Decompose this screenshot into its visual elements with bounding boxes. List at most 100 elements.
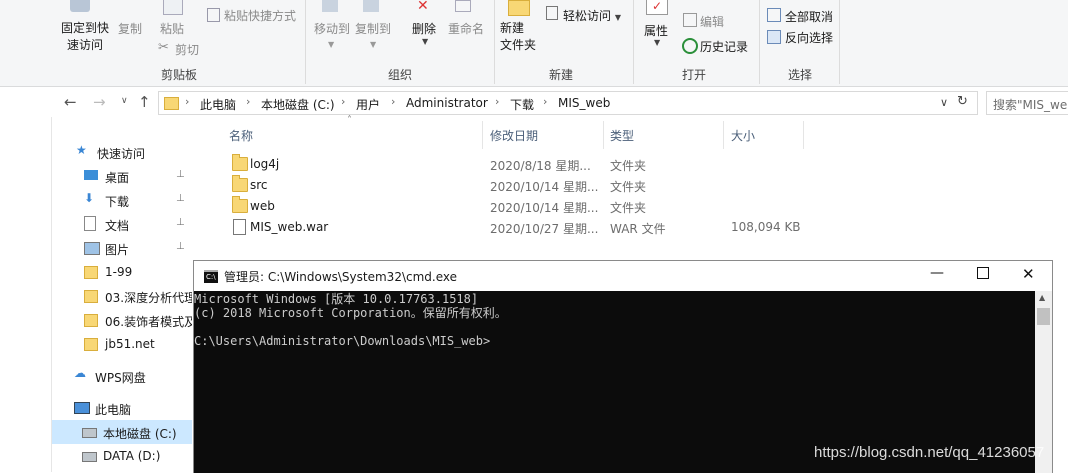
breadcrumb-downloads[interactable]: 下载 [510, 96, 534, 113]
nav-item[interactable]: 桌面 ⊥ [52, 164, 192, 188]
navigation-pane: ★ 快速访问 桌面 ⊥ ⬇ 下载 ⊥ 文档 ⊥ 图片 ⊥ 1-99 03.深度分析代理 06.装饰者模式及… [52, 117, 192, 472]
nav-item[interactable]: 图片 ⊥ [52, 236, 192, 260]
file-name: src [250, 178, 268, 192]
up-arrow-icon[interactable]: ↑ [138, 93, 151, 111]
column-header-type[interactable]: 类型 [610, 127, 634, 144]
chevron-down-icon: ▼ [370, 40, 377, 49]
nav-item[interactable]: ⬇ 下载 ⊥ [52, 188, 192, 212]
refresh-icon[interactable]: ↻ [957, 94, 968, 109]
edit-button[interactable]: 编辑 [700, 13, 724, 30]
minimize-icon[interactable]: — [930, 265, 944, 281]
copy-to-button[interactable]: 复制到 [355, 20, 391, 37]
nav-item-label: 文档 [105, 219, 130, 233]
folder-icon [232, 175, 248, 192]
breadcrumb-this-pc[interactable]: 此电脑 [200, 96, 236, 113]
open-group-label: 打开 [682, 68, 707, 82]
console-line: Microsoft Windows [版本 10.0.17763.1518] [194, 292, 479, 306]
paste-shortcut-button[interactable]: 粘贴快捷方式 [224, 7, 296, 24]
delete-button[interactable]: 删除 [412, 20, 436, 37]
cloud-icon: ☁ [74, 366, 86, 380]
folder-icon [232, 196, 248, 213]
cmd-title-bar[interactable]: C:\ 管理员: C:\Windows\System32\cmd.exe — ✕ [194, 261, 1052, 291]
address-bar: ← → ∨ ↑ › 此电脑 › 本地磁盘 (C:) › 用户 › Adminis… [0, 87, 1068, 117]
new-folder-button[interactable]: 新建 文件夹 [500, 20, 536, 54]
cmd-title: 管理员: C:\Windows\System32\cmd.exe [224, 270, 457, 284]
ribbon-divider [839, 0, 840, 84]
easy-access-button[interactable]: 轻松访问 ▼ [563, 7, 621, 24]
clipboard-group-label: 剪贴板 [161, 68, 198, 82]
nav-item[interactable]: ★ 快速访问 [52, 140, 192, 164]
pin-icon[interactable]: ⊥ [176, 193, 185, 204]
breadcrumb-separator: › [391, 95, 396, 108]
nav-item[interactable]: DATA (D:) [52, 444, 192, 468]
rename-button[interactable]: 重命名 [448, 20, 484, 37]
nav-item[interactable]: 1-99 [52, 260, 192, 284]
organize-group-label: 组织 [388, 68, 413, 82]
file-row[interactable]: log4j 2020/8/18 星期... 文件夹 [224, 154, 824, 175]
file-name: MIS_web.war [250, 220, 329, 234]
file-row[interactable]: MIS_web.war 2020/10/27 星期... WAR 文件 108,094… [224, 217, 824, 238]
document-icon [84, 216, 96, 231]
pin-icon[interactable]: ⊥ [176, 241, 185, 252]
pin-icon[interactable]: ⊥ [176, 169, 185, 180]
select-none-button[interactable]: 全部取消 [785, 8, 833, 25]
move-to-icon [322, 0, 338, 12]
scroll-up-icon[interactable]: ▲ [1039, 293, 1045, 302]
new-folder-line2: 文件夹 [500, 38, 537, 52]
properties-button[interactable]: 属性 [644, 22, 668, 39]
breadcrumb-users[interactable]: 用户 [356, 96, 380, 113]
delete-icon: ✕ [417, 0, 429, 14]
cut-button[interactable]: 剪切 [175, 41, 199, 58]
move-to-button[interactable]: 移动到 [314, 20, 350, 37]
column-divider [723, 121, 724, 149]
breadcrumb-mis-web[interactable]: MIS_web [558, 96, 610, 110]
search-input[interactable]: 搜索"MIS_web" [986, 91, 1068, 115]
invert-selection-button[interactable]: 反向选择 [785, 29, 833, 46]
breadcrumb-local-disk[interactable]: 本地磁盘 (C:) [261, 96, 335, 113]
breadcrumb-separator: › [185, 95, 190, 108]
nav-item-label: 桌面 [105, 171, 130, 185]
nav-item[interactable]: 06.装饰者模式及 [52, 308, 192, 332]
breadcrumb-administrator[interactable]: Administrator [406, 96, 488, 110]
nav-item[interactable]: 03.深度分析代理 [52, 284, 192, 308]
column-header-date[interactable]: 修改日期 [490, 127, 538, 144]
nav-item-label: jb51.net [105, 337, 155, 351]
pin-icon[interactable]: ⊥ [176, 217, 185, 228]
nav-item[interactable]: jb51.net [52, 332, 192, 356]
scroll-thumb[interactable] [1037, 308, 1050, 325]
nav-item-label: 图片 [105, 243, 130, 257]
easy-access-label: 轻松访问 [563, 9, 612, 23]
maximize-icon[interactable] [977, 267, 989, 279]
address-box[interactable]: › 此电脑 › 本地磁盘 (C:) › 用户 › Administrator ›… [158, 91, 978, 115]
file-date: 2020/8/18 星期... [490, 159, 591, 173]
scissors-icon: ✂ [158, 40, 169, 55]
nav-item[interactable]: 文档 ⊥ [52, 212, 192, 236]
nav-item[interactable]: 此电脑 [52, 396, 192, 420]
back-arrow-icon[interactable]: ← [64, 93, 77, 111]
console-prompt: C:\Users\Administrator\Downloads\MIS_web… [194, 334, 491, 348]
column-header-name[interactable]: 名称 [229, 127, 253, 144]
chevron-down-icon: ▼ [328, 40, 335, 49]
address-dropdown-icon[interactable]: ∨ [940, 96, 948, 109]
pin-quick-access-line2: 速访问 [66, 38, 103, 52]
nav-item[interactable]: 本地磁盘 (C:) [52, 420, 192, 444]
copy-button[interactable]: 复制 [118, 20, 142, 37]
paste-button[interactable]: 粘贴 [160, 20, 184, 37]
star-icon: ★ [76, 143, 87, 157]
nav-item[interactable]: ☁ WPS网盘 [52, 364, 192, 388]
folder-icon [84, 290, 98, 303]
file-row[interactable]: web 2020/10/14 星期... 文件夹 [224, 196, 824, 217]
nav-item-label: DATA (D:) [103, 449, 161, 463]
recent-chevron-icon[interactable]: ∨ [121, 96, 128, 106]
file-name: log4j [250, 157, 280, 171]
close-icon[interactable]: ✕ [1022, 265, 1035, 283]
history-button[interactable]: 历史记录 [700, 38, 748, 55]
pin-quick-access-button[interactable]: 固定到快 速访问 [60, 20, 110, 54]
ribbon-divider [759, 0, 760, 84]
forward-arrow-icon[interactable]: → [93, 93, 106, 111]
cmd-window[interactable]: C:\ 管理员: C:\Windows\System32\cmd.exe — ✕… [193, 260, 1053, 473]
column-header-size[interactable]: 大小 [731, 127, 755, 144]
file-row[interactable]: src 2020/10/14 星期... 文件夹 [224, 175, 824, 196]
file-type: WAR 文件 [610, 222, 666, 236]
drive-icon [82, 452, 97, 462]
